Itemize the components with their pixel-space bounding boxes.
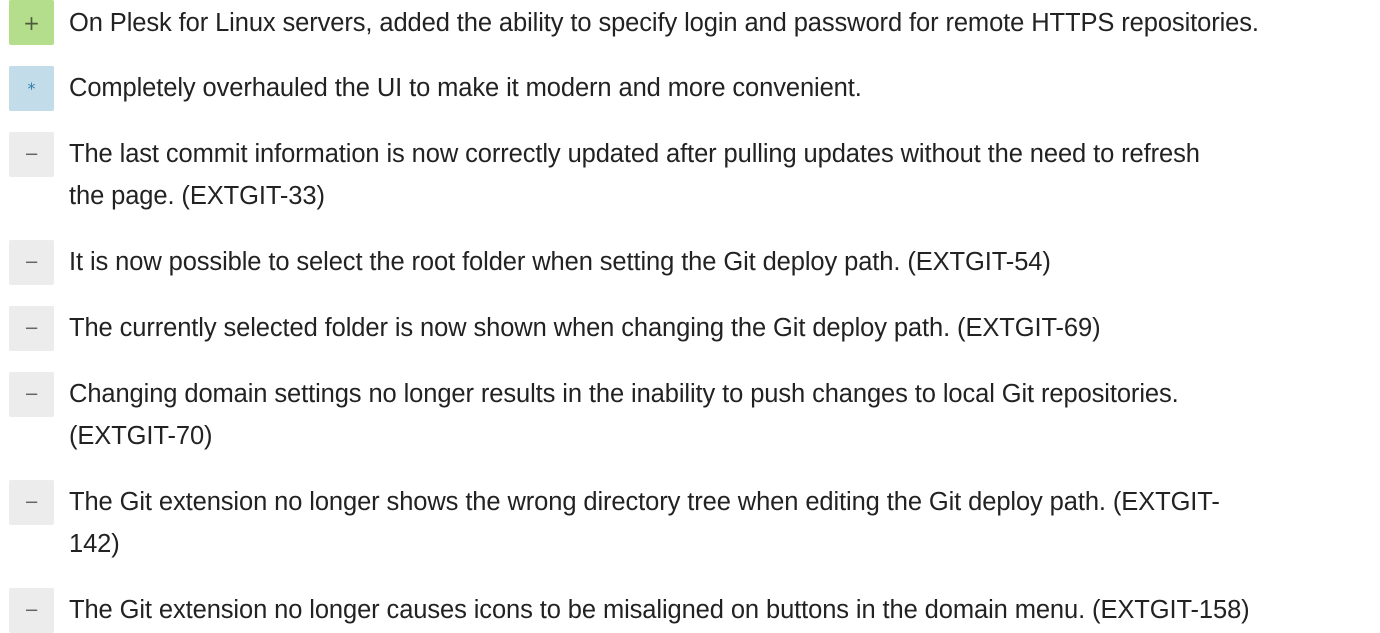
minus-icon: − xyxy=(9,480,54,525)
minus-icon: − xyxy=(9,306,54,351)
list-item-text: The Git extension no longer causes icons… xyxy=(69,596,1250,624)
minus-icon: − xyxy=(9,240,54,285)
list-item-text: The Git extension no longer shows the wr… xyxy=(69,488,1220,558)
changed-icon: * xyxy=(9,66,54,111)
minus-icon: − xyxy=(9,372,54,417)
added-icon: + xyxy=(9,0,54,45)
list-item-text: Completely overhauled the UI to make it … xyxy=(69,74,862,102)
list-item-text: The currently selected folder is now sho… xyxy=(69,314,1101,342)
list-item-text: On Plesk for Linux servers, added the ab… xyxy=(69,9,1259,37)
list-item-text: The last commit information is now corre… xyxy=(69,140,1200,210)
minus-icon: − xyxy=(9,132,54,177)
list-item-text: It is now possible to select the root fo… xyxy=(69,248,1051,276)
minus-icon: − xyxy=(9,588,54,633)
list-item-text: Changing domain settings no longer resul… xyxy=(69,380,1179,450)
